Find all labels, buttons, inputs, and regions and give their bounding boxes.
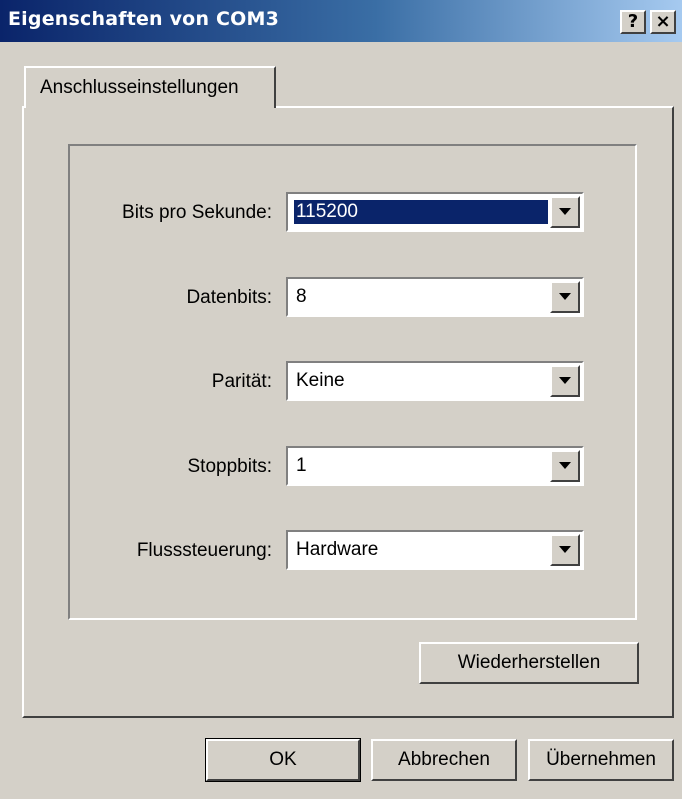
help-button[interactable]: ?: [620, 10, 646, 34]
chevron-down-icon: [559, 462, 571, 469]
baud-rate-label: Bits pro Sekunde:: [122, 202, 272, 223]
parity-dropdown-button[interactable]: [550, 365, 580, 397]
tab-label: Anschlusseinstellungen: [40, 77, 239, 98]
stop-bits-value: 1: [296, 455, 307, 476]
apply-button[interactable]: Übernehmen: [528, 739, 674, 781]
ok-button[interactable]: OK: [205, 738, 361, 782]
stop-bits-select[interactable]: 1: [286, 446, 584, 486]
flow-control-dropdown-button[interactable]: [550, 534, 580, 566]
restore-defaults-button[interactable]: Wiederherstellen: [419, 642, 639, 684]
chevron-down-icon: [559, 293, 571, 300]
baud-rate-value: 115200: [294, 200, 548, 224]
flow-control-select[interactable]: Hardware: [286, 530, 584, 570]
chevron-down-icon: [559, 546, 571, 553]
stop-bits-label: Stoppbits:: [187, 456, 273, 477]
chevron-down-icon: [559, 208, 571, 215]
flow-control-value: Hardware: [296, 539, 379, 560]
parity-select[interactable]: Keine: [286, 361, 584, 401]
close-button[interactable]: ×: [650, 10, 676, 34]
data-bits-value: 8: [296, 286, 307, 307]
data-bits-label: Datenbits:: [186, 287, 272, 308]
tab-anschlusseinstellungen[interactable]: Anschlusseinstellungen: [24, 66, 276, 108]
chevron-down-icon: [559, 377, 571, 384]
flow-control-label: Flusssteuerung:: [136, 540, 272, 561]
window-title: Eigenschaften von COM3: [8, 8, 280, 30]
data-bits-dropdown-button[interactable]: [550, 281, 580, 313]
parity-label: Parität:: [211, 371, 272, 392]
cancel-button[interactable]: Abbrechen: [371, 739, 517, 781]
baud-rate-dropdown-button[interactable]: [550, 196, 580, 228]
stop-bits-dropdown-button[interactable]: [550, 450, 580, 482]
parity-value: Keine: [296, 370, 345, 391]
title-bar[interactable]: Eigenschaften von COM3 ? ×: [0, 0, 682, 42]
data-bits-select[interactable]: 8: [286, 277, 584, 317]
baud-rate-select[interactable]: 115200: [286, 192, 584, 232]
